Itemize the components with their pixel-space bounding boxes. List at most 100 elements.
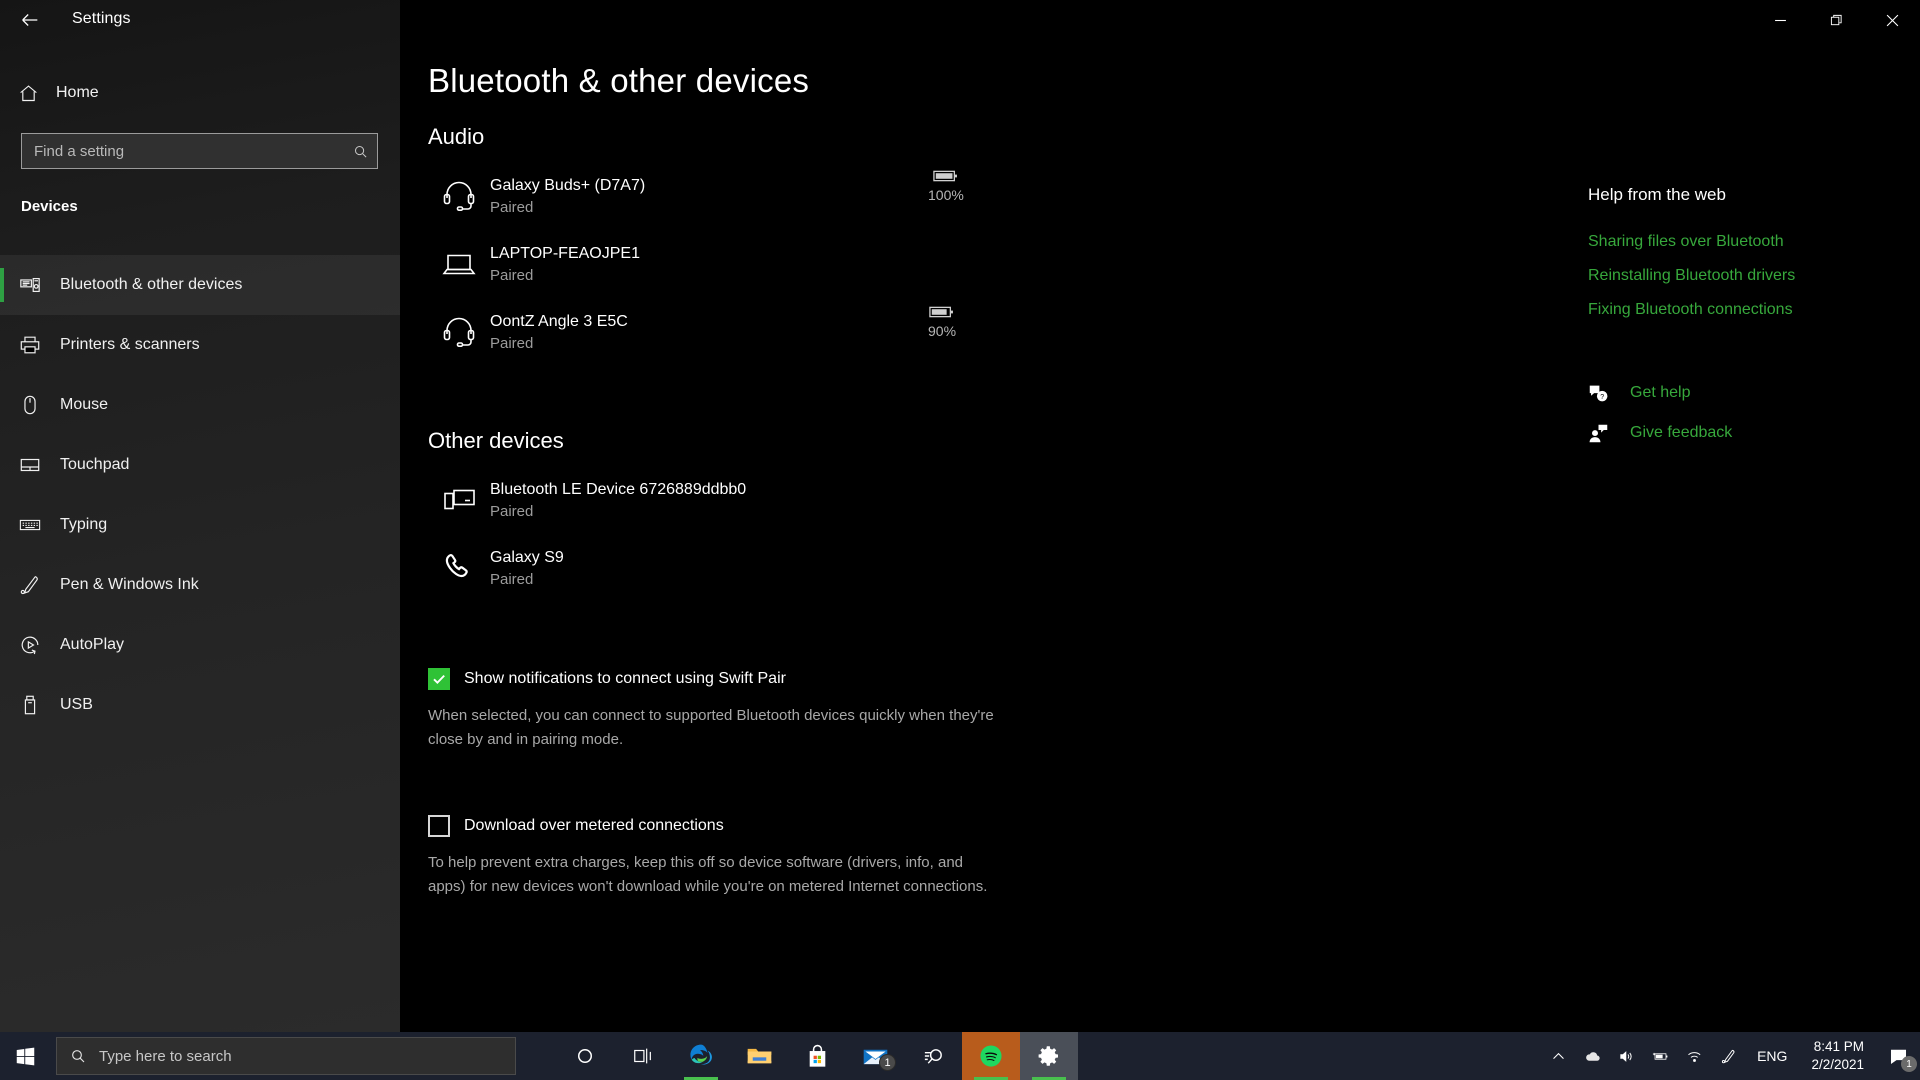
device-row[interactable]: Galaxy S9 Paired — [428, 534, 1188, 602]
device-name: Galaxy S9 — [490, 548, 564, 566]
setting-metered-connections: Download over metered connections To hel… — [428, 815, 1048, 899]
active-indicator — [0, 508, 4, 542]
active-indicator — [0, 688, 4, 722]
sidebar-item-autoplay[interactable]: AutoPlay — [0, 615, 400, 675]
sidebar-item-label: AutoPlay — [60, 636, 125, 653]
bluetooth-devices-icon — [0, 274, 60, 296]
folder-icon — [747, 1048, 771, 1063]
start-button[interactable] — [0, 1032, 50, 1080]
taskbar-search-input[interactable] — [99, 1038, 515, 1074]
swift-pair-checkbox-row[interactable]: Show notifications to connect using Swif… — [428, 668, 1048, 690]
taskbar-app-microsoft-store[interactable] — [788, 1032, 846, 1080]
task-view-icon — [634, 1048, 651, 1064]
battery-percent: 100% — [928, 187, 964, 203]
device-list-audio: Galaxy Buds+ (D7A7) Paired 100% LAPTOP-F… — [428, 162, 1188, 366]
show-hidden-icons-chevron-icon[interactable] — [1541, 1032, 1575, 1080]
search-icon — [57, 1048, 99, 1064]
taskbar-app-edge[interactable] — [672, 1032, 730, 1080]
pen-ink-icon[interactable] — [1711, 1032, 1745, 1080]
sidebar-item-touchpad[interactable]: Touchpad — [0, 435, 400, 495]
device-status: Paired — [490, 266, 534, 284]
device-name: Bluetooth LE Device 6726889ddbb0 — [490, 480, 747, 498]
group-heading-audio: Audio — [428, 124, 485, 149]
metered-checkbox[interactable] — [428, 815, 450, 837]
device-status: Paired — [490, 334, 534, 352]
phone-monitor-icon — [428, 481, 490, 519]
magnifier-app-icon — [924, 1048, 942, 1064]
sidebar-item-label: Typing — [60, 516, 108, 533]
taskbar-app-settings[interactable] — [1020, 1032, 1078, 1080]
sidebar-category-label: Devices — [21, 198, 78, 215]
help-link[interactable]: Sharing files over Bluetooth — [1588, 225, 1795, 259]
phone-handset-icon — [428, 549, 490, 587]
action-center-button[interactable]: 1 — [1876, 1032, 1920, 1080]
help-panel-title: Help from the web — [1588, 185, 1726, 204]
sidebar-item-label: USB — [60, 696, 93, 713]
sidebar-nav: Bluetooth & other devices Printers & sca… — [0, 255, 400, 735]
active-indicator — [0, 268, 4, 302]
device-status: Paired — [490, 198, 534, 216]
help-link[interactable]: Fixing Bluetooth connections — [1588, 293, 1795, 327]
sidebar-item-label: Mouse — [60, 396, 109, 413]
swift-pair-checkbox[interactable] — [428, 668, 450, 690]
setting-swift-pair: Show notifications to connect using Swif… — [428, 668, 1048, 752]
device-status: Paired — [490, 502, 534, 520]
device-row[interactable]: Galaxy Buds+ (D7A7) Paired 100% — [428, 162, 1188, 230]
autoplay-icon — [0, 634, 60, 656]
sidebar-item-bluetooth-other-devices[interactable]: Bluetooth & other devices — [0, 255, 400, 315]
taskbar-app-search[interactable] — [904, 1032, 962, 1080]
store-bag-icon — [809, 1044, 825, 1067]
clock[interactable]: 8:41 PM 2/2/2021 — [1799, 1038, 1876, 1074]
action-center-badge: 1 — [1901, 1056, 1917, 1072]
sidebar-item-printers-scanners[interactable]: Printers & scanners — [0, 315, 400, 375]
taskbar-search-box[interactable] — [56, 1037, 516, 1075]
device-row[interactable]: LAPTOP-FEAOJPE1 Paired — [428, 230, 1188, 298]
volume-icon[interactable] — [1609, 1032, 1643, 1080]
back-button[interactable] — [6, 0, 54, 40]
sidebar-item-home[interactable]: Home — [0, 73, 400, 113]
sidebar-item-pen-windows-ink[interactable]: Pen & Windows Ink — [0, 555, 400, 615]
home-label: Home — [56, 84, 99, 101]
swift-pair-label: Show notifications to connect using Swif… — [464, 670, 786, 687]
cortana-circle-icon — [578, 1049, 592, 1063]
mouse-icon — [0, 394, 60, 416]
spotify-icon — [980, 1045, 1002, 1067]
language-indicator[interactable]: ENG — [1745, 1048, 1799, 1064]
home-icon — [0, 83, 56, 104]
settings-window: Settings Home Find a setting Devices Blu… — [0, 0, 1920, 1032]
sidebar-item-usb[interactable]: USB — [0, 675, 400, 735]
help-link[interactable]: Reinstalling Bluetooth drivers — [1588, 259, 1795, 293]
sidebar-item-typing[interactable]: Typing — [0, 495, 400, 555]
device-info: Bluetooth LE Device 6726889ddbb0 Paired — [490, 479, 746, 522]
sidebar-item-mouse[interactable]: Mouse — [0, 375, 400, 435]
search-input[interactable] — [22, 134, 343, 168]
device-info: LAPTOP-FEAOJPE1 Paired — [490, 243, 640, 286]
sidebar-item-label: Touchpad — [60, 456, 130, 473]
sidebar-item-label: Bluetooth & other devices — [60, 276, 243, 293]
sidebar-item-label: Pen & Windows Ink — [60, 576, 199, 593]
active-indicator — [0, 388, 4, 422]
windows-desktop: Settings Home Find a setting Devices Blu… — [0, 0, 1920, 1080]
settings-main-content: Bluetooth & other devices Audio Galaxy B… — [400, 0, 1920, 1032]
metered-checkbox-row[interactable]: Download over metered connections — [428, 815, 1048, 837]
device-row[interactable]: Bluetooth LE Device 6726889ddbb0 Paired — [428, 466, 1188, 534]
give-feedback-button[interactable]: Give feedback — [1588, 413, 1732, 453]
battery-charging-icon[interactable] — [1643, 1032, 1677, 1080]
device-info: OontZ Angle 3 E5C Paired — [490, 311, 628, 354]
settings-gear-icon — [1038, 1046, 1058, 1066]
onedrive-cloud-icon[interactable] — [1575, 1032, 1609, 1080]
clock-time: 8:41 PM — [1813, 1039, 1864, 1054]
window-title: Settings — [72, 10, 131, 27]
taskbar-app-cortana[interactable] — [556, 1032, 614, 1080]
battery-indicator: 100% — [928, 168, 964, 203]
settings-search-box[interactable] — [21, 133, 378, 169]
taskbar-app-mail[interactable]: 1 — [846, 1032, 904, 1080]
taskbar-app-task-view[interactable] — [614, 1032, 672, 1080]
taskbar-app-file-explorer[interactable] — [730, 1032, 788, 1080]
device-row[interactable]: OontZ Angle 3 E5C Paired 90% — [428, 298, 1188, 366]
metered-label: Download over metered connections — [464, 817, 724, 834]
device-info: Galaxy S9 Paired — [490, 547, 564, 590]
get-help-button[interactable]: ? Get help — [1588, 373, 1732, 413]
wifi-icon[interactable] — [1677, 1032, 1711, 1080]
taskbar-app-spotify[interactable] — [962, 1032, 1020, 1080]
